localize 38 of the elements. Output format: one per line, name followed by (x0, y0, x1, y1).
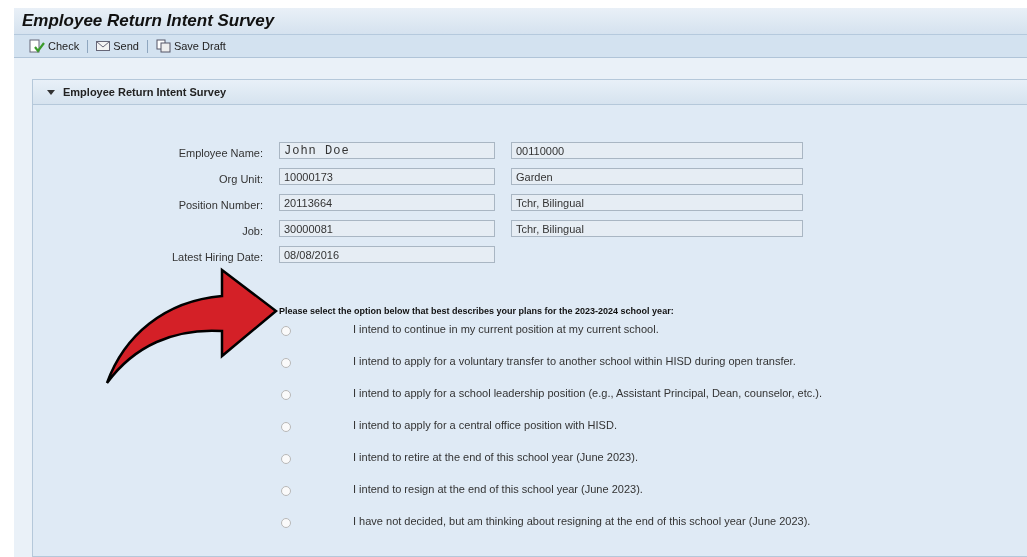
document-check-icon (29, 39, 45, 53)
toolbar-button[interactable]: Check (27, 39, 82, 53)
option-label: I intend to apply for a voluntary transfer to another school within HISD during open transfer. (353, 355, 796, 367)
input-field[interactable]: 20113664 (279, 194, 495, 211)
input-field[interactable]: Tchr, Bilingual (511, 194, 803, 211)
option-label: I intend to apply for a school leadership position (e.g., Assistant Principal, Dean, counselor, etc.). (353, 387, 822, 399)
option-label: I intend to retire at the end of this school year (June 2023). (353, 451, 638, 463)
input-field[interactable]: 00110000 (511, 142, 803, 159)
option-label: I intend to apply for a central office position with HISD. (353, 419, 617, 431)
radio-button[interactable] (281, 518, 291, 528)
window-title: Employee Return Intent Survey (22, 11, 275, 31)
envelope-icon (96, 41, 111, 51)
radio-button[interactable] (281, 390, 291, 400)
radio-button[interactable] (281, 454, 291, 464)
input-field[interactable]: 30000081 (279, 220, 495, 237)
field-label: Latest Hiring Date: (170, 250, 263, 265)
radio-button[interactable] (281, 422, 291, 432)
option-label: I intend to continue in my current position at my current school. (353, 323, 659, 335)
caret-icon (47, 89, 55, 95)
option-label: I have not decided, but am thinking about resigning at the end of this school year (June 2023). (353, 515, 811, 527)
field-label: Job: (241, 224, 263, 239)
field-label: Org Unit: (218, 172, 263, 187)
question-text: Please select the option below that best describes your plans for the 2023-2024 school year: (279, 306, 675, 316)
field-label: Employee Name: (177, 146, 263, 161)
option-label: I intend to resign at the end of this school year (June 2023). (353, 483, 643, 495)
radio-button[interactable] (281, 486, 291, 496)
input-field[interactable]: Tchr, Bilingual (511, 220, 803, 237)
toolbar-button[interactable]: Save Draft (153, 39, 228, 53)
input-field[interactable]: 10000173 (279, 168, 495, 185)
input-field[interactable]: 08/08/2016 (279, 246, 495, 263)
documents-icon (155, 39, 171, 53)
radio-button[interactable] (281, 358, 291, 368)
input-field[interactable]: John Doe (279, 142, 495, 159)
field-label: Position Number: (177, 198, 263, 213)
toolbar-button[interactable]: Send (94, 40, 141, 52)
radio-button[interactable] (281, 326, 291, 336)
input-field[interactable]: Garden (511, 168, 803, 185)
panel-header[interactable]: Employee Return Intent Survey (33, 80, 1027, 105)
